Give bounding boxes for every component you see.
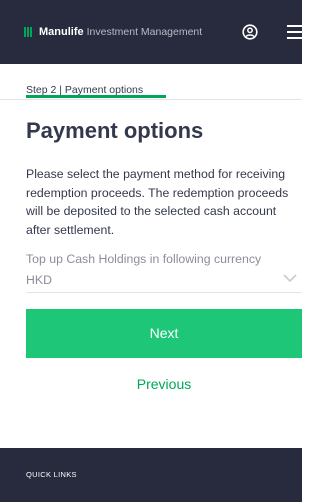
currency-selected-value: HKD xyxy=(26,273,52,287)
brand-name-strong: Manulife xyxy=(39,26,84,38)
quick-links-heading[interactable]: QUICK LINKS xyxy=(26,470,77,480)
description-text: Please select the payment method for rec… xyxy=(26,167,289,237)
chevron-down-icon xyxy=(282,271,298,283)
user-icon[interactable] xyxy=(242,24,258,40)
step-progress-underline xyxy=(26,95,166,98)
currency-select[interactable]: HKD xyxy=(26,269,302,293)
top-header: Manulife Investment Management xyxy=(0,0,305,64)
previous-link[interactable]: Previous xyxy=(26,374,302,394)
currency-field-label: Top up Cash Holdings in following curren… xyxy=(26,252,262,266)
manulife-logo-icon xyxy=(24,27,32,37)
footer: QUICK LINKS xyxy=(0,448,302,502)
hamburger-menu-icon[interactable] xyxy=(287,25,305,39)
next-button[interactable]: Next xyxy=(26,309,302,358)
page-title: Payment options xyxy=(26,118,204,143)
brand-name-light: Investment Management xyxy=(86,26,203,38)
brand-name[interactable]: Manulife Investment Management xyxy=(39,25,202,39)
